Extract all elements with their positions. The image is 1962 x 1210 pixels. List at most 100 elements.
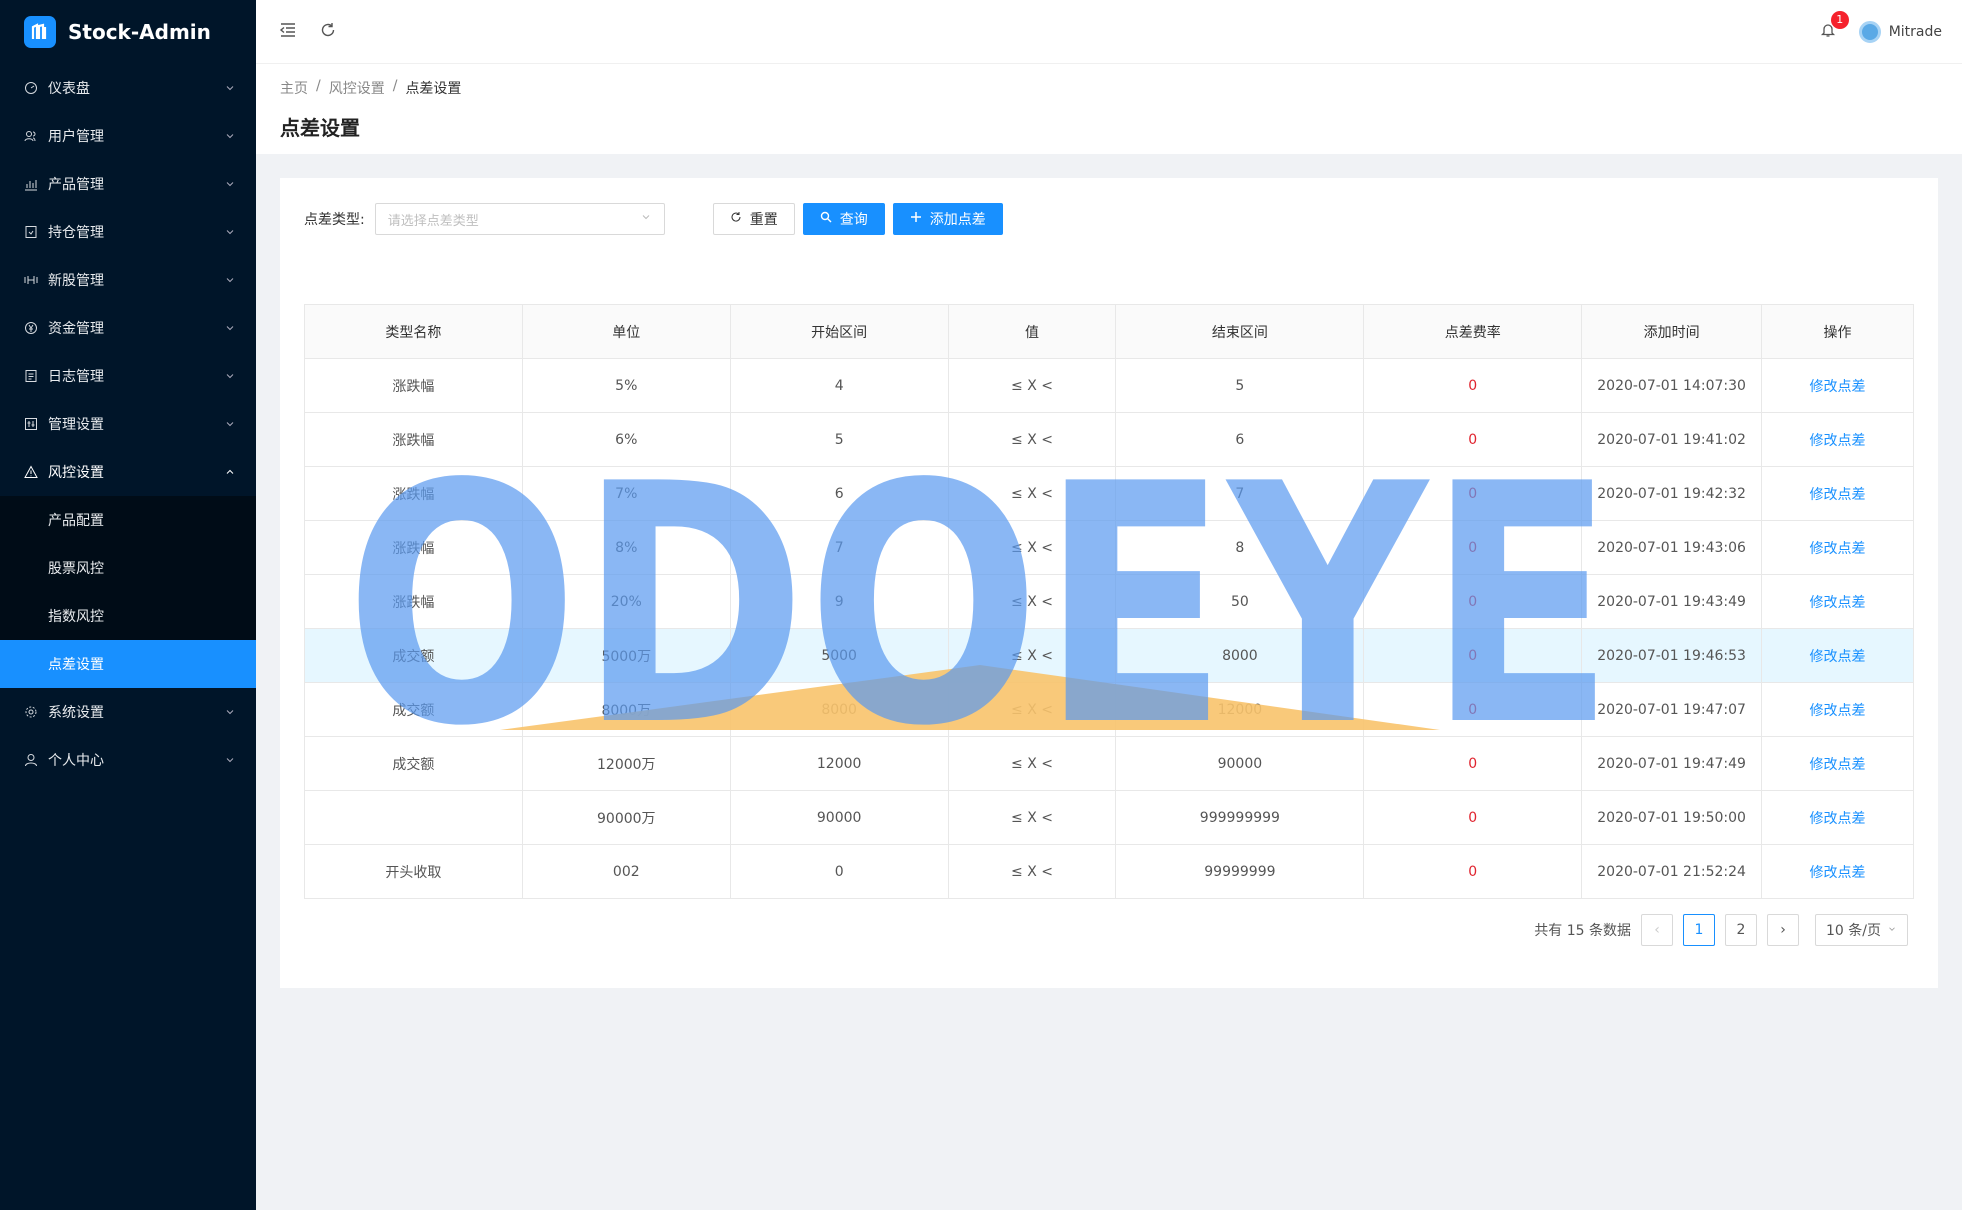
cell-edit-spread-link[interactable]: 修改点差 — [1761, 790, 1914, 845]
cell-rate: 0 — [1363, 466, 1583, 521]
chevron-right-icon: › — [1780, 922, 1786, 938]
table-header-row: 类型名称 单位 开始区间 值 结束区间 点差费率 添加时间 操作 — [304, 304, 1914, 359]
sidebar-item-products[interactable]: 产品管理 — [0, 160, 256, 208]
refresh-icon — [319, 21, 337, 43]
sidebar-item-ipo[interactable]: 新股管理 — [0, 256, 256, 304]
notifications-button[interactable]: 1 — [1813, 10, 1849, 47]
sidebar: Stock-Admin 仪表盘 用户管理 产品管理 持仓管理 新股管理 资金管理… — [0, 0, 256, 1210]
page-size-select[interactable]: 10 条/页 — [1815, 914, 1908, 946]
spread-type-select[interactable]: 请选择点差类型 — [374, 203, 665, 235]
brand[interactable]: Stock-Admin — [0, 0, 256, 64]
cell-unit: 7% — [521, 466, 731, 521]
cell-edit-spread-link[interactable]: 修改点差 — [1761, 628, 1914, 683]
col-unit: 单位 — [521, 304, 731, 359]
cell-time: 2020-07-01 19:47:07 — [1581, 682, 1763, 737]
page-header: 主页 / 风控设置 / 点差设置 点差设置 — [256, 64, 1962, 154]
cell-edit-spread-link[interactable]: 修改点差 — [1761, 466, 1914, 521]
notification-badge: 1 — [1830, 10, 1849, 29]
cell-value: ≤ X < — [947, 412, 1117, 467]
sidebar-item-system-settings[interactable]: 系统设置 — [0, 688, 256, 736]
page-2-button[interactable]: 2 — [1725, 914, 1758, 946]
cell-start: 4 — [729, 358, 949, 413]
sidebar-item-positions[interactable]: 持仓管理 — [0, 208, 256, 256]
sidebar-item-product-config[interactable]: 产品配置 — [0, 496, 256, 544]
sidebar-item-spread-settings[interactable]: 点差设置 — [0, 640, 256, 688]
cell-end: 50 — [1115, 574, 1365, 629]
col-type-name: 类型名称 — [304, 304, 523, 359]
col-end: 结束区间 — [1115, 304, 1365, 359]
menu-fold-icon — [279, 21, 297, 43]
add-spread-button[interactable]: 添加点差 — [892, 203, 1003, 235]
sidebar-item-risk-control[interactable]: 风控设置 — [0, 448, 256, 496]
logo-icon — [24, 16, 56, 48]
table-row: 90000万 90000 ≤ X <999999999 0 2020-07-01 19:… — [304, 790, 1914, 845]
cell-edit-spread-link[interactable]: 修改点差 — [1761, 682, 1914, 737]
collapse-menu-button[interactable] — [268, 12, 308, 52]
cell-edit-spread-link[interactable]: 修改点差 — [1761, 520, 1914, 575]
breadcrumb-separator: / — [392, 78, 398, 94]
chevron-down-icon — [224, 706, 236, 718]
cell-start: 5000 — [729, 628, 949, 683]
next-page-button[interactable]: › — [1767, 914, 1800, 946]
money-icon — [24, 321, 38, 335]
cell-type-name: 成交额 — [304, 628, 523, 683]
cell-start: 6 — [729, 466, 949, 521]
table-row: 涨跌幅 6% 5 ≤ X <6 0 2020-07-01 19:41:02 修改点差 — [304, 412, 1914, 467]
breadcrumb-home[interactable]: 主页 — [280, 78, 308, 98]
sidebar-item-users[interactable]: 用户管理 — [0, 112, 256, 160]
cell-unit: 8000万 — [521, 682, 731, 737]
username[interactable]: Mitrade — [1889, 24, 1942, 40]
chevron-down-icon — [224, 322, 236, 334]
cell-edit-spread-link[interactable]: 修改点差 — [1761, 574, 1914, 629]
cell-type-name: 涨跌幅 — [304, 520, 523, 575]
cell-rate: 0 — [1363, 520, 1583, 575]
content-card: 点差类型: 请选择点差类型 重置 查询 添加点差 类型名称 单位 开始区间 值 … — [280, 178, 1938, 988]
cell-start: 5 — [729, 412, 949, 467]
sidebar-item-dashboard[interactable]: 仪表盘 — [0, 64, 256, 112]
chevron-down-icon — [224, 178, 236, 190]
chevron-down-icon — [1887, 922, 1897, 938]
table-row: 涨跌幅 20% 9 ≤ X <50 0 2020-07-01 19:43:49 修改点差 — [304, 574, 1914, 629]
breadcrumb-parent[interactable]: 风控设置 — [329, 78, 385, 98]
sidebar-item-profile[interactable]: 个人中心 — [0, 736, 256, 784]
sidebar-item-admin-settings[interactable]: 管理设置 — [0, 400, 256, 448]
page-1-button[interactable]: 1 — [1683, 914, 1716, 946]
cell-value: ≤ X < — [947, 358, 1117, 413]
cell-type-name: 涨跌幅 — [304, 574, 523, 629]
cell-type-name: 成交额 — [304, 736, 523, 791]
avatar[interactable] — [1858, 20, 1881, 43]
sidebar-item-index-risk[interactable]: 指数风控 — [0, 592, 256, 640]
cell-rate: 0 — [1363, 412, 1583, 467]
cell-edit-spread-link[interactable]: 修改点差 — [1761, 358, 1914, 413]
cell-unit: 20% — [521, 574, 731, 629]
gear-icon — [24, 705, 38, 719]
cell-value: ≤ X < — [947, 790, 1117, 845]
sidebar-item-funds[interactable]: 资金管理 — [0, 304, 256, 352]
cell-value: ≤ X < — [947, 844, 1117, 899]
cell-type-name: 涨跌幅 — [304, 412, 523, 467]
warning-icon — [24, 465, 38, 479]
user-icon — [24, 753, 38, 767]
sidebar-item-logs[interactable]: 日志管理 — [0, 352, 256, 400]
query-button[interactable]: 查询 — [802, 203, 885, 235]
cell-edit-spread-link[interactable]: 修改点差 — [1761, 844, 1914, 899]
dashboard-icon — [24, 81, 38, 95]
cell-edit-spread-link[interactable]: 修改点差 — [1761, 412, 1914, 467]
refresh-button[interactable] — [308, 12, 348, 52]
cell-edit-spread-link[interactable]: 修改点差 — [1761, 736, 1914, 791]
reset-button[interactable]: 重置 — [712, 203, 795, 235]
ipo-icon — [24, 273, 38, 287]
sidebar-item-stock-risk[interactable]: 股票风控 — [0, 544, 256, 592]
sidebar-menu: 仪表盘 用户管理 产品管理 持仓管理 新股管理 资金管理 日志管理 管理设置 风… — [0, 64, 256, 784]
cell-unit: 5% — [521, 358, 731, 413]
cell-rate: 0 — [1363, 358, 1583, 413]
breadcrumb: 主页 / 风控设置 / 点差设置 — [280, 78, 1938, 98]
cell-end: 7 — [1115, 466, 1365, 521]
cell-time: 2020-07-01 19:47:49 — [1581, 736, 1763, 791]
chevron-down-icon — [224, 418, 236, 430]
cell-end: 90000 — [1115, 736, 1365, 791]
cell-unit: 002 — [521, 844, 731, 899]
chevron-down-icon — [224, 130, 236, 142]
prev-page-button[interactable]: ‹ — [1641, 914, 1674, 946]
plus-icon — [910, 211, 922, 227]
